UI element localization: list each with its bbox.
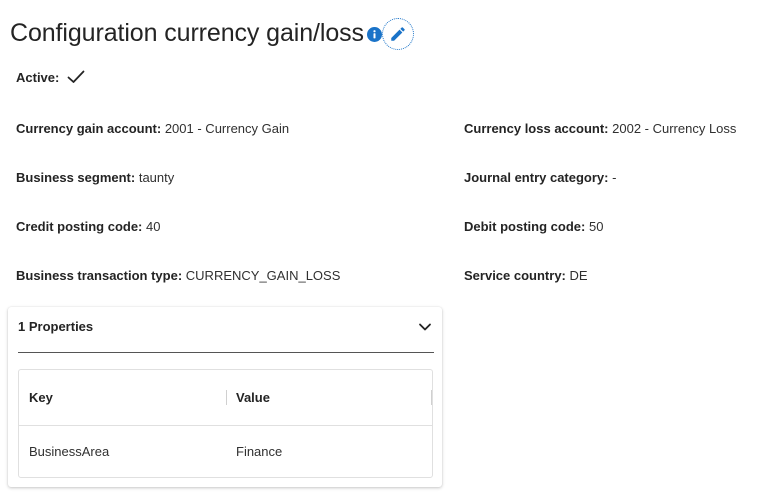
checkmark-icon [67,70,85,83]
credit-posting-code-value: 40 [146,219,161,234]
journal-entry-category-label: Journal entry category: [464,170,609,185]
debit-posting-code-value: 50 [588,219,604,234]
table-cell-value: Finance [236,444,283,459]
field-journal-entry-category: Journal entry category: - [464,170,616,186]
properties-card: 1 Properties Key Value BusinessArea Fina… [8,307,442,487]
field-service-country: Service country: DE [464,268,588,284]
currency-gain-account-value: 2001 - Currency Gain [164,121,290,136]
business-transaction-type-label: Business transaction type: [16,268,183,283]
table-cell-key: BusinessArea [29,444,110,459]
service-country-label: Service country: [464,268,566,283]
column-header-value[interactable]: Value [236,390,270,405]
currency-loss-account-value: 2002 - Currency Loss [612,121,737,136]
credit-posting-code-label: Credit posting code: [16,219,143,234]
field-active: Active: [16,70,85,86]
field-debit-posting-code: Debit posting code: 50 [464,219,603,235]
table-row: BusinessArea Finance [19,426,432,478]
field-business-transaction-type: Business transaction type: CURRENCY_GAIN… [16,268,340,284]
journal-entry-category-value: - [612,170,617,185]
currency-loss-account-label: Currency loss account: [464,121,609,136]
page-header: Configuration currency gain/loss [10,12,414,54]
properties-table: Key Value BusinessArea Finance [18,369,433,478]
field-currency-loss-account: Currency loss account: 2002 - Currency L… [464,121,736,137]
column-separator[interactable] [226,390,227,405]
edit-button[interactable] [381,17,414,50]
service-country-value: DE [569,268,588,283]
properties-title: 1 Properties [18,319,94,334]
page: Configuration currency gain/loss Active:… [0,0,774,501]
field-credit-posting-code: Credit posting code: 40 [16,219,160,235]
debit-posting-code-label: Debit posting code: [464,219,586,234]
divider [18,352,434,353]
active-label: Active: [16,70,60,85]
table-header: Key Value [19,370,432,426]
business-segment-value: taunty [138,170,175,185]
currency-gain-account-label: Currency gain account: [16,121,162,136]
business-transaction-type-value: CURRENCY_GAIN_LOSS [185,268,341,283]
business-segment-label: Business segment: [16,170,136,185]
info-icon[interactable] [366,26,382,42]
pencil-icon [391,26,405,41]
field-business-segment: Business segment: taunty [16,170,174,186]
properties-header[interactable]: 1 Properties [18,307,434,351]
page-title: Configuration currency gain/loss [10,18,364,47]
column-header-key[interactable]: Key [29,390,53,405]
column-separator[interactable] [431,390,432,405]
field-currency-gain-account: Currency gain account: 2001 - Currency G… [16,121,289,137]
chevron-down-icon[interactable] [418,320,432,334]
